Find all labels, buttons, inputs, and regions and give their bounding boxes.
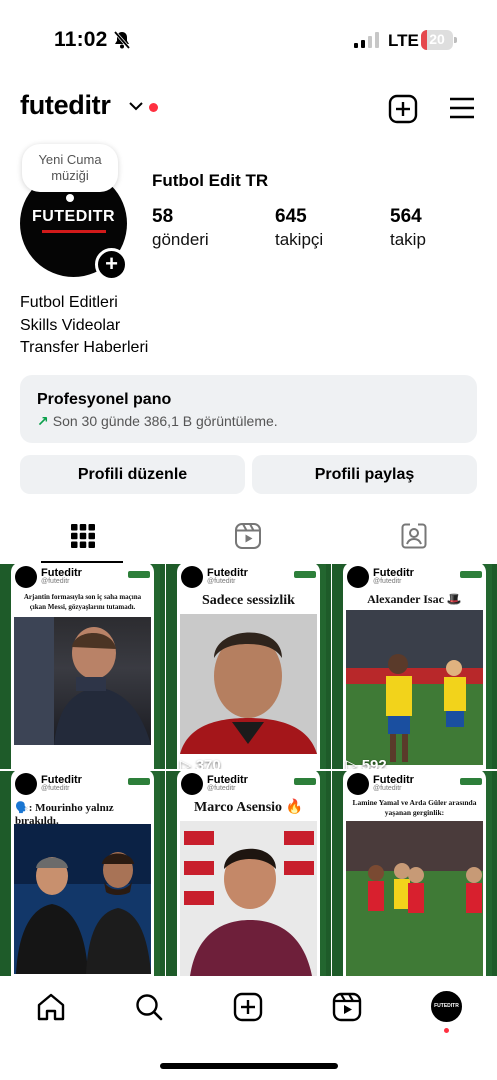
post-view-count: ▷ 592	[346, 757, 387, 769]
post-account-handle: @futeditr	[207, 785, 236, 792]
menu-icon[interactable]	[448, 96, 476, 120]
professional-dashboard[interactable]: Profesyonel pano ↗ Son 30 günde 386,1 B g…	[20, 375, 477, 443]
bio-line: Transfer Haberleri	[20, 339, 149, 356]
profile-bio: Futbol Editleri Skills Videolar Transfer…	[20, 292, 148, 360]
post-thumbnail[interactable]: Futeditr @futeditr Alexander Isac 🎩 ▷ 59…	[332, 564, 497, 769]
post-thumbnail[interactable]: Futeditr @futeditr Lamine Yamal ve Arda …	[332, 771, 497, 976]
avatar-logo-text: FUTEDITR	[31, 208, 116, 225]
post-photo	[180, 614, 317, 754]
post-view-count: ▷ 370	[180, 757, 221, 769]
reels-icon[interactable]	[332, 992, 362, 1022]
home-indicator[interactable]	[160, 1063, 338, 1069]
stat-posts[interactable]: 58 gönderi	[152, 206, 209, 252]
post-photo	[14, 617, 151, 745]
bell-slash-icon	[113, 30, 131, 50]
post-caption: Marco Asensio 🔥	[194, 800, 303, 815]
reels-icon[interactable]	[234, 522, 262, 550]
active-tab-indicator	[41, 561, 123, 563]
post-account-handle: @futeditr	[373, 785, 402, 792]
post-account-handle: @futeditr	[373, 578, 402, 585]
post-thumbnail[interactable]: Futeditr @futeditr 🗣️: Mourinho yalnız b…	[0, 771, 165, 976]
post-caption: Alexander Isac 🎩	[367, 592, 462, 606]
stat-value: 58	[152, 206, 174, 227]
stat-label: gönderi	[152, 230, 209, 249]
profile-avatar[interactable]: FUTEDITR	[431, 991, 462, 1022]
notification-dot	[149, 103, 158, 112]
post-photo	[14, 824, 151, 974]
post-photo	[346, 610, 483, 765]
home-icon[interactable]	[36, 992, 66, 1022]
dashboard-stats-text: Son 30 günde 386,1 B görüntüleme.	[52, 413, 278, 429]
clock: 11:02	[54, 28, 108, 51]
bottom-navigation: FUTEDITR	[0, 976, 497, 1080]
bio-line: Skills Videolar	[20, 316, 121, 334]
post-photo	[346, 821, 483, 976]
share-profile-button[interactable]: Profili paylaş	[252, 455, 477, 494]
create-icon[interactable]	[233, 992, 263, 1022]
stat-value: 645	[275, 206, 307, 227]
account-username[interactable]: futeditr	[20, 90, 111, 121]
battery-indicator: 20	[421, 30, 457, 50]
network-type: LTE	[388, 31, 419, 50]
post-thumbnail[interactable]: Futeditr @futeditr Sadece sessizlik ▷ 37…	[166, 564, 331, 769]
post-account-avatar	[181, 566, 203, 588]
post-caption: Sadece sessizlik	[202, 593, 295, 608]
stat-followers[interactable]: 645 takipçi	[275, 206, 323, 252]
bio-line: Futbol Editleri	[20, 294, 118, 311]
post-thumbnail[interactable]: Futeditr @futeditr Marco Asensio 🔥	[166, 771, 331, 976]
create-post-icon[interactable]	[388, 94, 418, 124]
notification-dot	[444, 1028, 449, 1033]
search-icon[interactable]	[134, 992, 164, 1022]
profile-note[interactable]: Yeni Cuma müziği	[22, 144, 118, 192]
stat-label: takipçi	[275, 230, 324, 249]
post-account-handle: @futeditr	[41, 785, 70, 792]
post-thumbnail[interactable]: Futeditr @futeditr Arjantin formasıyla s…	[0, 564, 165, 769]
post-account-handle: @futeditr	[41, 578, 70, 585]
edit-profile-button[interactable]: Profili düzenle	[20, 455, 245, 494]
posts-grid: Futeditr @futeditr Arjantin formasıyla s…	[0, 564, 497, 976]
stat-following[interactable]: 564 takip	[390, 206, 426, 252]
post-account-handle: @futeditr	[207, 578, 236, 585]
post-account-avatar	[347, 566, 369, 588]
posts-grid-icon[interactable]	[69, 522, 97, 550]
stat-value: 564	[390, 206, 422, 227]
post-photo	[180, 821, 317, 976]
post-caption: Lamine Yamal ve Arda Güler arasında yaşa…	[352, 798, 477, 817]
battery-level: 20	[429, 31, 445, 47]
post-account-avatar	[347, 773, 369, 795]
chevron-down-icon[interactable]	[128, 100, 144, 112]
status-bar: 11:02 LTE 20	[0, 0, 497, 80]
post-account-avatar	[15, 773, 37, 795]
nav-avatar-logo: FUTEDITR	[434, 1003, 459, 1009]
post-account-avatar	[15, 566, 37, 588]
trend-up-icon: ↗	[37, 413, 49, 429]
signal-icon	[354, 32, 379, 48]
profile-name: Futbol Edit TR	[152, 171, 269, 190]
dashboard-title: Profesyonel pano	[37, 391, 172, 408]
stat-label: takip	[390, 230, 426, 249]
post-account-avatar	[181, 773, 203, 795]
add-story-button[interactable]: +	[95, 248, 128, 281]
dashboard-subtitle: ↗ Son 30 günde 386,1 B görüntüleme.	[37, 413, 278, 430]
tagged-icon[interactable]	[400, 522, 428, 550]
post-caption: Arjantin formasıyla son iç saha maçına ç…	[23, 593, 142, 611]
